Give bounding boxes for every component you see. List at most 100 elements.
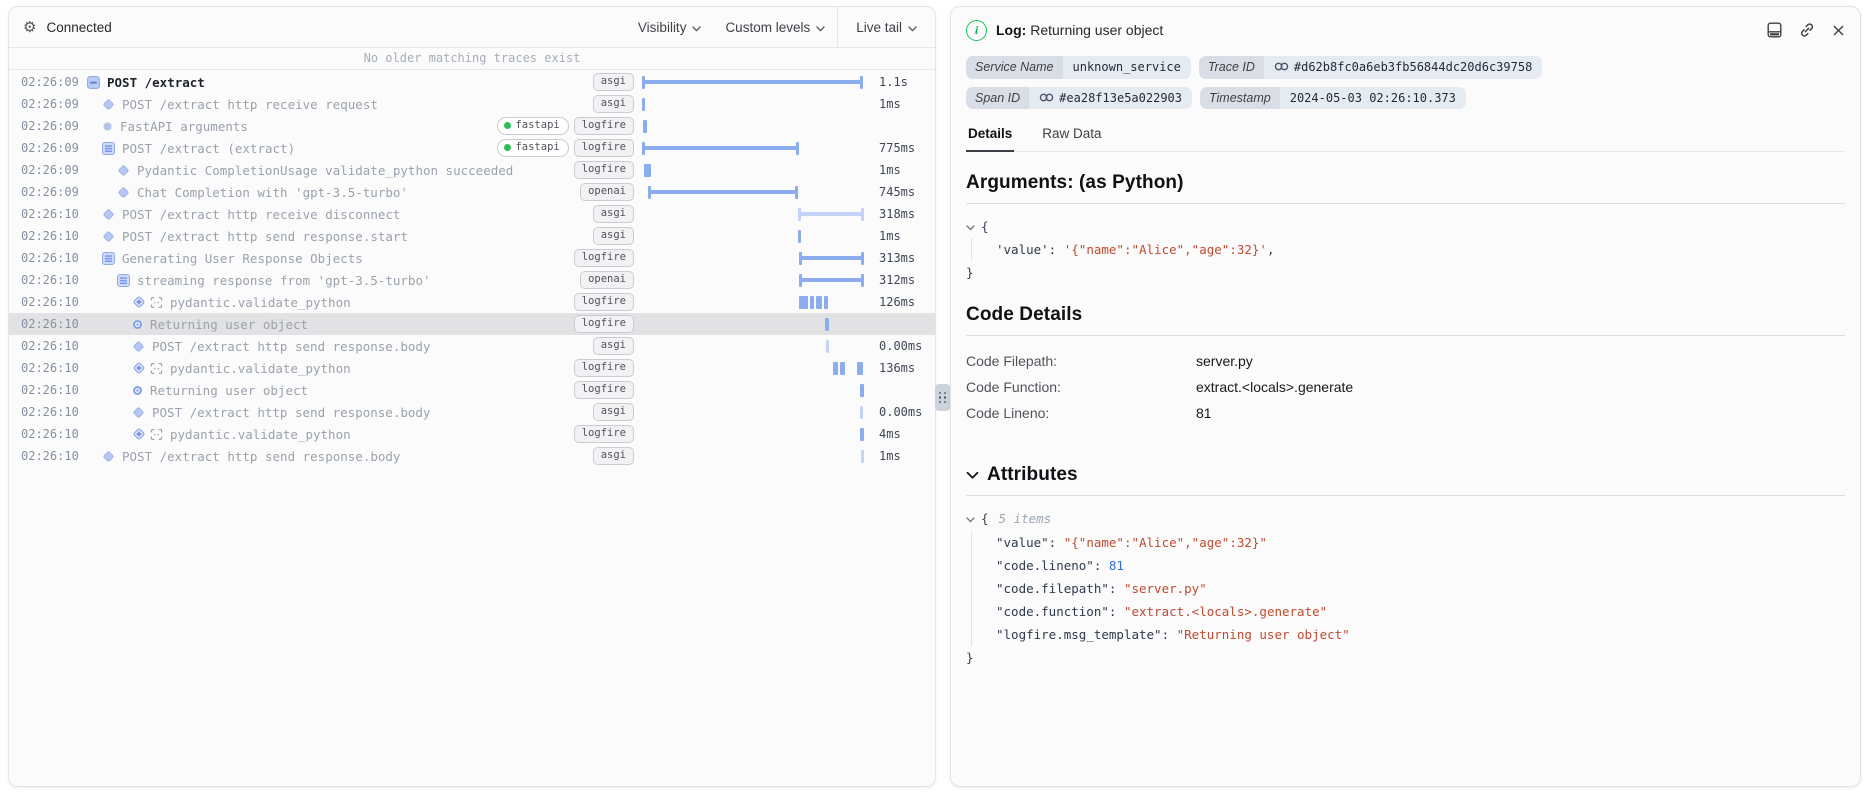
entry-value: "{"name":"Alice","age":32}" [1064,535,1267,550]
badge-asgi: asgi [593,403,634,421]
trace-row[interactable]: 02:26:10pydantic.validate_pythonlogfire1… [9,357,935,379]
detail-tabs: Details Raw Data [966,126,1845,152]
trace-row[interactable]: 02:26:10Generating User Response Objects… [9,247,935,269]
row-duration-bar [642,313,870,335]
row-label: Returning user object [150,383,308,398]
diamond-icon [102,208,115,221]
row-main: POST /extract http receive disconnect [85,207,587,222]
entry-value: 81 [1109,558,1124,573]
badge-logfire: logfire [574,117,634,135]
live-tail-dropdown[interactable]: Live tail [838,7,935,47]
diamond-icon [102,230,115,243]
code-details-title: Code Details [966,304,1845,326]
open-brace: { [981,215,989,238]
trace-row[interactable]: 02:26:10 POST /extract http send response… [9,225,935,247]
row-badges: asgi [593,227,634,245]
row-badges: fastapilogfire [497,117,634,135]
panel-resizer[interactable] [935,384,950,411]
minus-square-icon [87,76,100,89]
code-entry: "value": "{"name":"Alice","age":32}" [996,531,1845,554]
row-timestamp: 02:26:10 [21,251,85,265]
diamond-icon [117,186,130,199]
row-badges: asgi [593,337,634,355]
validate-icon [132,295,163,309]
badge-logfire: logfire [574,249,634,267]
trace-row[interactable]: 02:26:09POST /extract http receive reque… [9,93,935,115]
row-duration-bar [642,423,870,445]
trace-row[interactable]: 02:26:10POST /extract http send response… [9,445,935,467]
trace-row[interactable]: 02:26:10POST /extract http receive disco… [9,203,935,225]
close-icon[interactable] [1832,24,1845,37]
dock-panel-icon[interactable] [1767,22,1782,38]
row-badges: logfire [574,425,634,443]
row-duration-label: 312ms [870,273,935,287]
row-main: Chat Completion with 'gpt-3.5-turbo' [85,185,574,200]
bar-line [800,212,862,216]
code-entry: "code.filepath": "server.py" [996,577,1845,600]
badge-asgi: asgi [593,205,634,223]
link-rings-icon [1039,92,1054,104]
trace-row[interactable]: 02:26:09POST /extractasgi1.1s [9,71,935,93]
trace-row[interactable]: 02:26:10streaming response from 'gpt-3.5… [9,269,935,291]
validate-icon [132,427,163,441]
row-timestamp: 02:26:09 [21,163,85,177]
trace-row[interactable]: 02:26:09FastAPI argumentsfastapilogfire [9,115,935,137]
trace-id-value: #d62b8fc0a6eb3fb56844dc20d6c39758 [1294,61,1532,73]
trace-row[interactable]: 02:26:10 POST /extract http send response… [9,401,935,423]
attributes-header[interactable]: Attributes [966,464,1845,486]
row-label: POST /extract http send response.body [152,405,430,420]
trace-row[interactable]: 02:26:09Pydantic CompletionUsage validat… [9,159,935,181]
trace-row[interactable]: 02:26:10Returning user objectlogfire [9,313,935,335]
row-main: POST /extract http send response.body [85,405,587,420]
row-label: POST /extract [107,75,205,90]
row-badges: logfire [574,381,634,399]
trace-row[interactable]: 02:26:09Chat Completion with 'gpt-3.5-tu… [9,181,935,203]
row-timestamp: 02:26:10 [21,449,85,463]
trace-list: 02:26:09POST /extractasgi1.1s02:26:09POS… [9,70,935,786]
bar-end-cap [861,274,864,287]
copy-link-icon[interactable] [1799,22,1815,38]
custom-levels-dropdown[interactable]: Custom levels [713,7,837,47]
collapse-icon[interactable] [966,215,975,238]
entry-key: "code.function": [996,604,1116,619]
row-duration-label: 1.1s [870,75,935,89]
visibility-dropdown[interactable]: Visibility [626,7,714,47]
row-duration-label: 0.00ms [870,405,935,419]
code-filepath-label: Code Filepath: [966,348,1196,374]
detail-header: i Log: Returning user object [966,17,1845,43]
row-main: POST /extract http send response.body [85,449,587,464]
trace-row[interactable]: 02:26:10pydantic.validate_pythonlogfire4… [9,423,935,445]
collapse-icon[interactable] [966,507,975,530]
bar-tick [860,428,864,441]
service-name-badge: Service Name unknown_service [966,56,1191,79]
tab-raw-data[interactable]: Raw Data [1040,126,1103,151]
row-main: POST /extract [85,75,587,90]
trace-row[interactable]: 02:26:10pydantic.validate_pythonlogfire1… [9,291,935,313]
row-timestamp: 02:26:10 [21,405,85,419]
row-timestamp: 02:26:10 [21,273,85,287]
diamond-icon [117,164,130,177]
trace-row[interactable]: 02:26:09POST /extract (extract)fastapilo… [9,137,935,159]
bar-tick [643,120,647,133]
gear-icon[interactable]: ⚙ [23,20,36,35]
row-timestamp: 02:26:10 [21,229,85,243]
trace-row[interactable]: 02:26:10Returning user objectlogfire [9,379,935,401]
span-id-badge: Span ID #ea28f13e5a022903 [966,87,1192,110]
row-label: pydantic.validate_python [170,361,351,376]
row-duration-bar [642,93,870,115]
row-duration-bar [642,71,870,93]
bar-end-cap [796,142,799,155]
row-duration-bar [642,291,870,313]
code-open-line: { [966,215,1845,238]
trace-panel: ⚙ Connected Visibility Custom levels Liv… [8,6,936,787]
trace-row[interactable]: 02:26:10POST /extract http send response… [9,335,935,357]
bar-segment [816,296,822,309]
row-duration-label: 775ms [870,141,935,155]
detail-panel: i Log: Returning user object Service Nam… [950,6,1861,787]
row-duration-bar [642,357,870,379]
row-label: POST /extract http send response.start [122,229,408,244]
row-main: streaming response from 'gpt-3.5-turbo' [85,273,574,288]
tab-details[interactable]: Details [966,126,1014,152]
code-close-line: } [966,646,1845,669]
row-main: POST /extract http send response.start [85,229,587,244]
